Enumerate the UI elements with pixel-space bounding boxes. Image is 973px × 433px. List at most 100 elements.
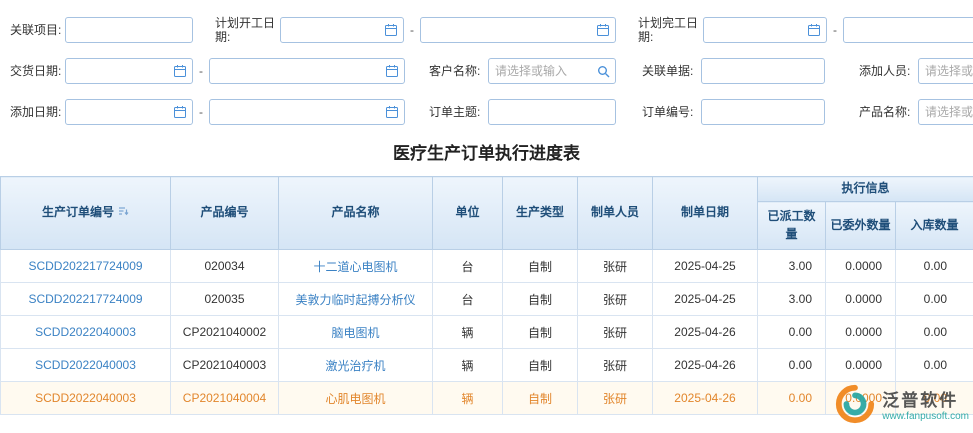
filter-panel: 关联项目: 计划开工日期: - 计划完工日期: - 交货日期: - 客户名称: … <box>0 0 973 126</box>
product-name-link[interactable]: 激光治疗机 <box>325 359 385 373</box>
product-name-field[interactable] <box>918 99 973 125</box>
date-range-separator: - <box>833 23 837 37</box>
cell-dispatched: 0.00 <box>757 315 826 349</box>
delivery-date-to-field[interactable] <box>209 58 405 84</box>
search-icon[interactable] <box>597 65 610 78</box>
filter-row-1: 关联项目: 计划开工日期: - 计划完工日期: - <box>0 16 973 44</box>
add-person-field[interactable] <box>918 58 973 84</box>
planned-start-from-input[interactable] <box>281 18 384 42</box>
col-header-prod-type: 生产类型 <box>502 176 578 250</box>
cell-product-name: 美敦力临时起搏分析仪 <box>278 282 433 316</box>
calendar-icon[interactable] <box>173 64 187 78</box>
product-name-link[interactable]: 十二道心电图机 <box>313 260 397 274</box>
order-no-link[interactable]: SCDD2022040003 <box>35 391 136 405</box>
calendar-icon[interactable] <box>385 105 399 119</box>
order-subject-input[interactable] <box>489 100 615 124</box>
planned-finish-to-input[interactable] <box>844 18 973 42</box>
cell-outsourced: 0.0000 <box>825 282 896 316</box>
table-body: SCDD202217724009 020034 十二道心电图机 台 自制 张研 … <box>0 249 973 415</box>
sort-icon[interactable] <box>118 205 129 222</box>
cell-make-date: 2025-04-26 <box>652 315 758 349</box>
related-project-field[interactable] <box>65 17 193 43</box>
calendar-icon[interactable] <box>384 23 398 37</box>
cell-order-no: SCDD202217724009 <box>0 249 171 283</box>
table-row[interactable]: SCDD202217724009 020034 十二道心电图机 台 自制 张研 … <box>0 249 973 283</box>
cell-maker: 张研 <box>577 348 653 382</box>
order-subject-field[interactable] <box>488 99 616 125</box>
add-person-input[interactable] <box>919 59 973 83</box>
col-header-outsourced: 已委外数量 <box>825 201 896 250</box>
col-header-order-no[interactable]: 生产订单编号 <box>0 176 171 250</box>
planned-finish-to-field[interactable] <box>843 17 973 43</box>
delivery-date-from-input[interactable] <box>66 59 173 83</box>
date-range-separator: - <box>199 64 203 78</box>
cell-order-no: SCDD2022040003 <box>0 348 171 382</box>
order-no-field[interactable] <box>701 99 825 125</box>
cell-order-no: SCDD202217724009 <box>0 282 171 316</box>
calendar-icon[interactable] <box>173 105 187 119</box>
cell-outsourced: 0.0000 <box>825 249 896 283</box>
related-doc-field[interactable] <box>701 58 825 84</box>
planned-finish-from-input[interactable] <box>704 18 807 42</box>
product-name-link[interactable]: 美敦力临时起搏分析仪 <box>295 293 415 307</box>
product-name-link[interactable]: 心肌电图机 <box>325 392 385 406</box>
cell-product-name: 心肌电图机 <box>278 381 433 415</box>
cell-outsourced: 0.0000 <box>825 348 896 382</box>
customer-name-label: 客户名称: <box>429 64 481 78</box>
date-range-separator: - <box>410 23 414 37</box>
table-row[interactable]: SCDD2022040003 CP2021040002 脑电图机 辆 自制 张研… <box>0 315 973 349</box>
order-no-link[interactable]: SCDD202217724009 <box>28 259 142 273</box>
cell-make-date: 2025-04-25 <box>652 282 758 316</box>
cell-prod-type: 自制 <box>502 348 578 382</box>
delivery-date-to-input[interactable] <box>210 59 385 83</box>
customer-name-input[interactable] <box>489 59 597 83</box>
cell-maker: 张研 <box>577 381 653 415</box>
cell-unit: 辆 <box>432 381 503 415</box>
planned-start-from-field[interactable] <box>280 17 404 43</box>
delivery-date-from-field[interactable] <box>65 58 193 84</box>
table-row[interactable]: SCDD2022040003 CP2021040003 激光治疗机 辆 自制 张… <box>0 348 973 382</box>
calendar-icon[interactable] <box>807 23 821 37</box>
add-date-from-field[interactable] <box>65 99 193 125</box>
order-subject-label: 订单主题: <box>429 105 481 119</box>
col-header-product-name: 产品名称 <box>278 176 433 250</box>
add-date-from-input[interactable] <box>66 100 173 124</box>
product-name-label: 产品名称: <box>859 105 911 119</box>
add-person-label: 添加人员: <box>859 64 911 78</box>
order-no-link[interactable]: SCDD2022040003 <box>35 325 136 339</box>
cell-outsourced: 0.0000 <box>825 315 896 349</box>
cell-prod-type: 自制 <box>502 282 578 316</box>
planned-finish-from-field[interactable] <box>703 17 827 43</box>
related-doc-input[interactable] <box>702 59 824 83</box>
cell-product-name: 激光治疗机 <box>278 348 433 382</box>
order-no-input[interactable] <box>702 100 824 124</box>
cell-product-no: 020034 <box>170 249 279 283</box>
add-date-to-input[interactable] <box>210 100 385 124</box>
order-no-link[interactable]: SCDD202217724009 <box>28 292 142 306</box>
cell-product-no: CP2021040002 <box>170 315 279 349</box>
planned-start-to-input[interactable] <box>421 18 596 42</box>
cell-prod-type: 自制 <box>502 381 578 415</box>
cell-outsourced: 0.0000 <box>825 381 896 415</box>
product-name-input[interactable] <box>919 100 973 124</box>
date-range-separator: - <box>199 105 203 119</box>
table-row[interactable]: SCDD2022040003 CP2021040004 心肌电图机 辆 自制 张… <box>0 381 973 415</box>
col-header-inbound: 入库数量 <box>894 201 973 250</box>
calendar-icon[interactable] <box>385 64 399 78</box>
table-row[interactable]: SCDD202217724009 020035 美敦力临时起搏分析仪 台 自制 … <box>0 282 973 316</box>
col-header-maker: 制单人员 <box>577 176 653 250</box>
product-name-link[interactable]: 脑电图机 <box>331 326 379 340</box>
cell-make-date: 2025-04-25 <box>652 249 758 283</box>
customer-name-field[interactable] <box>488 58 616 84</box>
cell-product-name: 脑电图机 <box>278 315 433 349</box>
cell-maker: 张研 <box>577 315 653 349</box>
related-project-input[interactable] <box>66 18 192 42</box>
add-date-to-field[interactable] <box>209 99 405 125</box>
order-no-label: 订单编号: <box>642 105 694 119</box>
calendar-icon[interactable] <box>596 23 610 37</box>
planned-finish-label: 计划完工日期: <box>638 16 699 44</box>
col-header-make-date: 制单日期 <box>652 176 758 250</box>
delivery-date-label: 交货日期: <box>10 64 62 78</box>
planned-start-to-field[interactable] <box>420 17 616 43</box>
order-no-link[interactable]: SCDD2022040003 <box>35 358 136 372</box>
